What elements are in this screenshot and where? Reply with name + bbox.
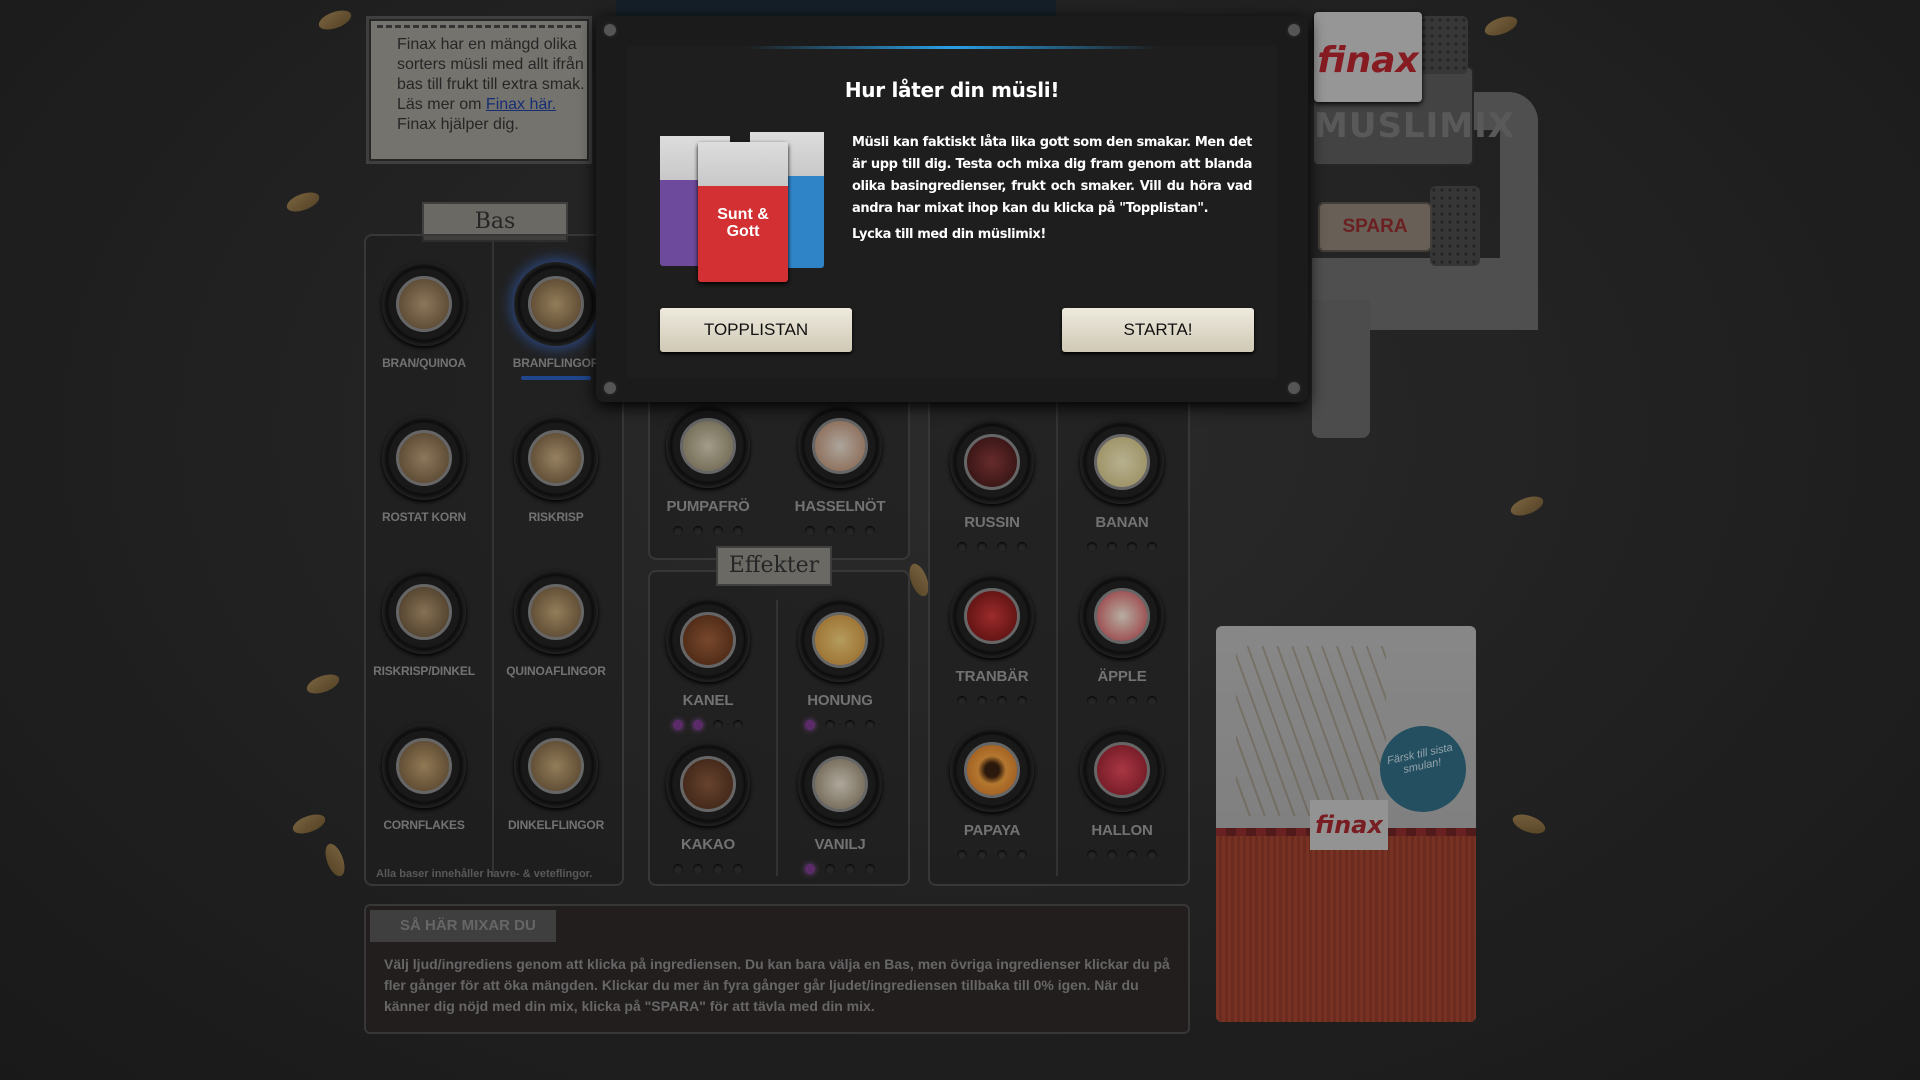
- dialog-paragraph: Müsli kan faktiskt låta lika gott som de…: [852, 135, 1252, 216]
- screw-icon: [602, 22, 618, 38]
- screw-icon: [1286, 380, 1302, 396]
- screw-icon: [602, 380, 618, 396]
- package-red: Sunt & Gott: [698, 142, 788, 282]
- package-label: Sunt & Gott: [717, 206, 769, 240]
- dialog-glow: [746, 46, 1158, 49]
- package-top: [698, 142, 788, 186]
- screw-icon: [1286, 22, 1302, 38]
- dialog-title: Hur låter din müsli!: [844, 78, 1060, 102]
- dialog-body: Müsli kan faktiskt låta lika gott som de…: [852, 132, 1252, 250]
- product-packages-image: Sunt & Gott: [660, 132, 824, 282]
- welcome-dialog: Hur låter din müsli! Sunt & Gott Müsli k…: [626, 46, 1278, 378]
- start-button[interactable]: STARTA!: [1062, 308, 1254, 352]
- topplistan-button[interactable]: TOPPLISTAN: [660, 308, 852, 352]
- dialog-paragraph: Lycka till med din müslimix!: [852, 227, 1046, 242]
